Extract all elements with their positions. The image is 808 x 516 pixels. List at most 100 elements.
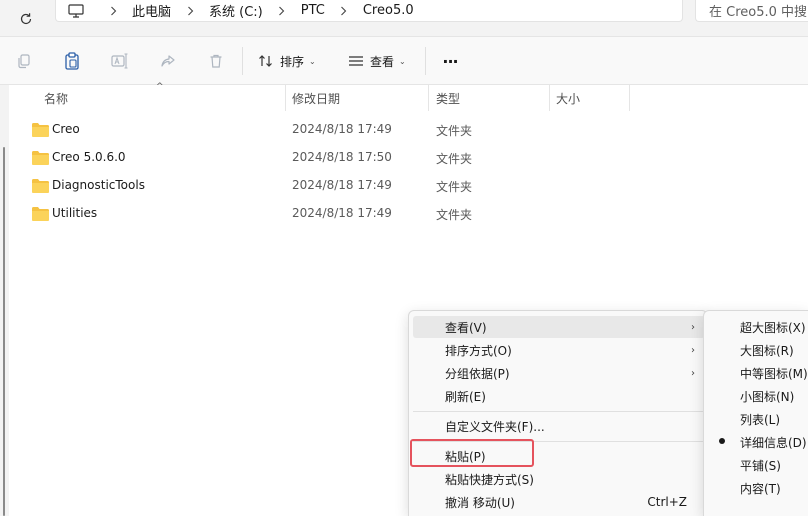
chevron-down-icon: ⌄ bbox=[309, 56, 316, 66]
file-type: 文件夹 bbox=[436, 152, 473, 166]
file-modified: 2024/8/18 17:49 bbox=[292, 178, 392, 192]
paste-button[interactable] bbox=[60, 49, 84, 73]
command-bar: 排序 ⌄ 查看 ⌄ ··· bbox=[0, 37, 808, 85]
folder-icon bbox=[32, 123, 49, 137]
column-header-size[interactable]: 大小 bbox=[556, 85, 626, 111]
submenu-item-tiles[interactable]: 平铺(S) bbox=[704, 454, 808, 476]
submenu-item-label: 列表(L) bbox=[740, 412, 781, 427]
copy-icon bbox=[18, 54, 30, 69]
submenu-item-medium-icons[interactable]: 中等图标(M) bbox=[704, 362, 808, 384]
address-bar[interactable]: 此电脑 系统 (C:) PTC Creo5.0 bbox=[55, 0, 683, 22]
column-header-modified[interactable]: 修改日期 bbox=[292, 85, 427, 111]
view-submenu: 超大图标(X) 大图标(R) 中等图标(M) 小图标(N) 列表(L) 详细信息… bbox=[703, 310, 808, 516]
column-separator[interactable] bbox=[428, 85, 429, 111]
refresh-icon bbox=[20, 13, 32, 25]
chevron-right-icon[interactable] bbox=[177, 6, 203, 16]
file-type: 文件夹 bbox=[436, 208, 473, 222]
chevron-right-icon[interactable] bbox=[269, 6, 295, 16]
menu-item-view[interactable]: 查看(V) › bbox=[413, 316, 705, 338]
file-modified: 2024/8/18 17:50 bbox=[292, 150, 392, 164]
folder-icon bbox=[32, 151, 49, 165]
submenu-item-large-icons[interactable]: 大图标(R) bbox=[704, 339, 808, 361]
paste-icon bbox=[65, 52, 79, 70]
file-type: 文件夹 bbox=[436, 124, 473, 138]
column-name-label: 名称 bbox=[44, 91, 69, 106]
column-separator[interactable] bbox=[629, 85, 630, 111]
menu-item-label: 分组依据(P) bbox=[445, 366, 510, 381]
breadcrumb-this-pc[interactable]: 此电脑 bbox=[126, 1, 177, 20]
column-separator[interactable] bbox=[549, 85, 550, 111]
column-type-label: 类型 bbox=[436, 91, 461, 106]
chevron-right-icon[interactable] bbox=[331, 6, 357, 16]
column-header-name[interactable]: 名称 bbox=[44, 85, 284, 111]
menu-item-customize-folder[interactable]: 自定义文件夹(F)... bbox=[413, 415, 705, 437]
submenu-item-list[interactable]: 列表(L) bbox=[704, 408, 808, 430]
chevron-right-icon: › bbox=[691, 367, 695, 379]
submenu-item-label: 中等图标(M) bbox=[740, 366, 808, 381]
folder-icon bbox=[32, 179, 49, 193]
menu-item-undo-move[interactable]: 撤消 移动(U) Ctrl+Z bbox=[413, 491, 705, 513]
menu-item-label: 查看(V) bbox=[445, 320, 487, 335]
menu-item-label: 刷新(E) bbox=[445, 389, 486, 404]
toolbar-divider bbox=[425, 47, 426, 75]
breadcrumb-creo50[interactable]: Creo5.0 bbox=[357, 3, 420, 18]
chevron-right-icon: › bbox=[691, 321, 695, 333]
view-icon bbox=[349, 56, 363, 66]
breadcrumb-system-c[interactable]: 系统 (C:) bbox=[203, 1, 269, 20]
submenu-item-extra-large-icons[interactable]: 超大图标(X) bbox=[704, 316, 808, 338]
menu-item-label: 排序方式(O) bbox=[445, 343, 512, 358]
navigation-pane-edge bbox=[0, 85, 9, 516]
rename-button[interactable] bbox=[108, 49, 132, 73]
sort-dropdown[interactable]: 排序 ⌄ bbox=[258, 49, 316, 73]
column-modified-label: 修改日期 bbox=[292, 91, 341, 106]
menu-item-label: 粘贴快捷方式(S) bbox=[445, 472, 534, 487]
chevron-right-icon: › bbox=[691, 344, 695, 356]
refresh-button[interactable] bbox=[15, 8, 37, 30]
this-pc-icon[interactable] bbox=[68, 3, 86, 19]
file-type: 文件夹 bbox=[436, 180, 473, 194]
toolbar-divider bbox=[242, 47, 243, 75]
table-row[interactable]: Creo 2024/8/18 17:49 文件夹 bbox=[22, 117, 622, 143]
submenu-item-label: 大图标(R) bbox=[740, 343, 794, 358]
column-separator[interactable] bbox=[285, 85, 286, 111]
rename-icon bbox=[111, 53, 128, 69]
sort-ascending-icon: ^ bbox=[156, 82, 164, 92]
sort-icon bbox=[259, 55, 272, 67]
submenu-item-content[interactable]: 内容(T) bbox=[704, 477, 808, 499]
table-row[interactable]: Creo 5.0.6.0 2024/8/18 17:50 文件夹 bbox=[22, 145, 622, 171]
submenu-item-label: 小图标(N) bbox=[740, 389, 795, 404]
menu-item-group-by[interactable]: 分组依据(P) › bbox=[413, 362, 705, 384]
search-input[interactable]: 在 Creo5.0 中搜 bbox=[695, 0, 808, 22]
view-label: 查看 bbox=[370, 54, 395, 69]
chevron-right-icon[interactable] bbox=[100, 6, 126, 16]
file-name: Creo 5.0.6.0 bbox=[52, 150, 126, 164]
copy-button[interactable] bbox=[12, 49, 36, 73]
file-name: Utilities bbox=[52, 206, 98, 220]
menu-item-sort-by[interactable]: 排序方式(O) › bbox=[413, 339, 705, 361]
submenu-item-small-icons[interactable]: 小图标(N) bbox=[704, 385, 808, 407]
submenu-item-label: 详细信息(D) bbox=[740, 435, 807, 450]
file-modified: 2024/8/18 17:49 bbox=[292, 122, 392, 136]
column-size-label: 大小 bbox=[556, 91, 581, 106]
submenu-item-details[interactable]: 详细信息(D) bbox=[704, 431, 808, 453]
chevron-down-icon: ⌄ bbox=[399, 56, 406, 66]
scrollbar-thumb[interactable] bbox=[3, 147, 5, 516]
menu-item-refresh[interactable]: 刷新(E) bbox=[413, 385, 705, 407]
submenu-item-label: 超大图标(X) bbox=[740, 320, 806, 335]
breadcrumb-ptc[interactable]: PTC bbox=[295, 3, 331, 18]
submenu-item-label: 平铺(S) bbox=[740, 458, 781, 473]
sort-label: 排序 bbox=[280, 54, 305, 69]
selected-bullet-icon bbox=[719, 438, 725, 444]
file-name: DiagnosticTools bbox=[52, 178, 145, 192]
table-row[interactable]: DiagnosticTools 2024/8/18 17:49 文件夹 bbox=[22, 173, 622, 199]
menu-item-label: 自定义文件夹(F)... bbox=[445, 419, 545, 434]
delete-button[interactable] bbox=[204, 49, 228, 73]
table-row[interactable]: Utilities 2024/8/18 17:49 文件夹 bbox=[22, 201, 622, 227]
more-options-button[interactable]: ··· bbox=[438, 49, 462, 73]
address-bar-row: 此电脑 系统 (C:) PTC Creo5.0 在 Creo5.0 中搜 bbox=[0, 0, 808, 37]
share-button[interactable] bbox=[156, 49, 180, 73]
menu-item-paste-shortcut[interactable]: 粘贴快捷方式(S) bbox=[413, 468, 705, 490]
paste-highlight-outline bbox=[410, 439, 534, 467]
column-header-type[interactable]: 类型 bbox=[436, 85, 546, 111]
view-dropdown[interactable]: 查看 ⌄ bbox=[348, 49, 406, 73]
